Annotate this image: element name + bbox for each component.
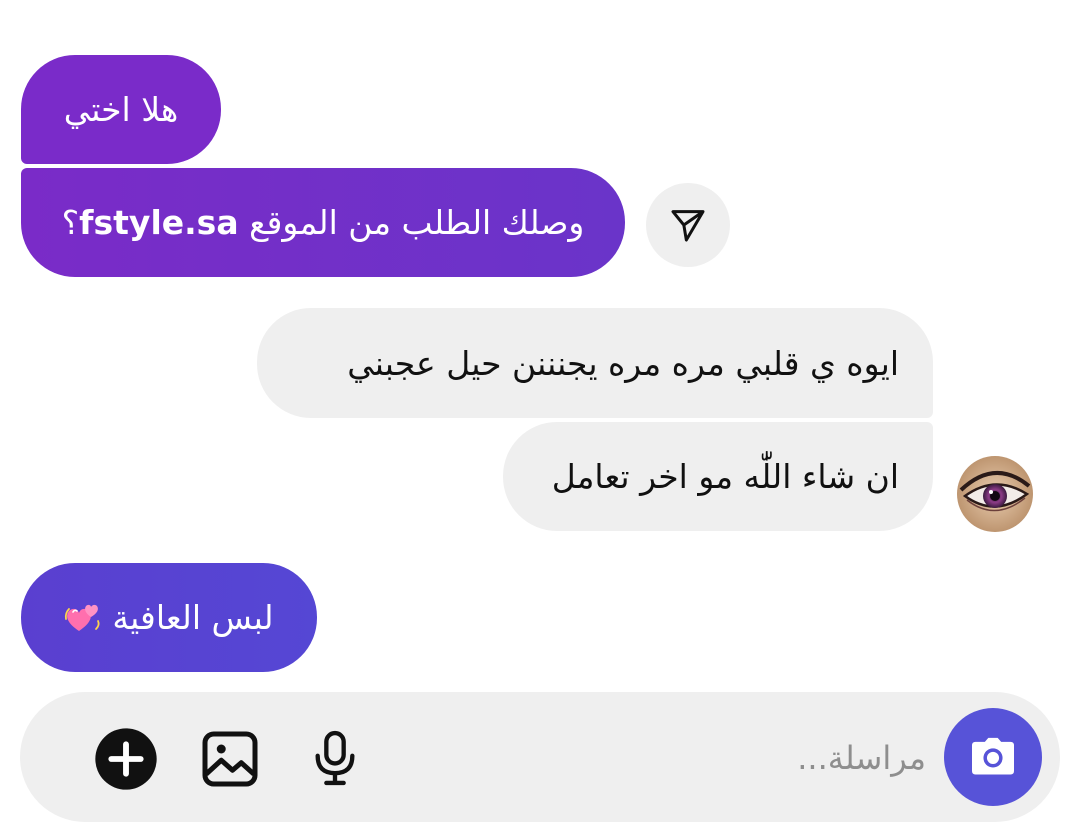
sender-avatar[interactable] (957, 456, 1033, 532)
received-message-bubble[interactable]: ايوه ي قلبي مره مره يجنننن حيل عجبني (257, 308, 933, 418)
share-button[interactable] (646, 183, 730, 267)
paper-plane-icon (671, 210, 705, 242)
message-text: ان شاء اللّٰه مو اخر تعامل (551, 457, 899, 496)
sent-message-bubble[interactable]: لبس العافية (21, 563, 317, 672)
received-message-bubble[interactable]: ان شاء اللّٰه مو اخر تعامل (503, 422, 933, 531)
plus-circle-icon (95, 728, 157, 790)
sent-message-bubble[interactable]: هلا اختي (21, 55, 221, 164)
voice-message-button[interactable] (302, 725, 368, 791)
message-text: وصلك الطلب من الموقع fstyle.sa؟ (62, 203, 585, 242)
image-icon (202, 731, 258, 787)
camera-button[interactable] (944, 708, 1042, 806)
two-hearts-emoji (64, 599, 102, 637)
avatar-image (957, 456, 1033, 532)
sent-message-bubble[interactable]: وصلك الطلب من الموقع fstyle.sa؟ (21, 168, 625, 277)
message-text: لبس العافية (112, 598, 274, 637)
message-text: هلا اختي (63, 90, 179, 129)
gallery-button[interactable] (196, 725, 264, 793)
message-text-part: وصلك الطلب من الموقع (238, 203, 585, 242)
message-text: ايوه ي قلبي مره مره يجنننن حيل عجبني (347, 343, 899, 383)
question-mark: ؟ (61, 203, 80, 242)
microphone-icon (315, 730, 355, 786)
add-button[interactable] (92, 725, 160, 793)
chat-thread: هلا اختي وصلك الطلب من الموقع fstyle.sa؟… (0, 0, 1080, 828)
website-link-text: fstyle.sa (79, 203, 239, 242)
message-input[interactable] (560, 722, 928, 794)
camera-icon (972, 737, 1014, 775)
